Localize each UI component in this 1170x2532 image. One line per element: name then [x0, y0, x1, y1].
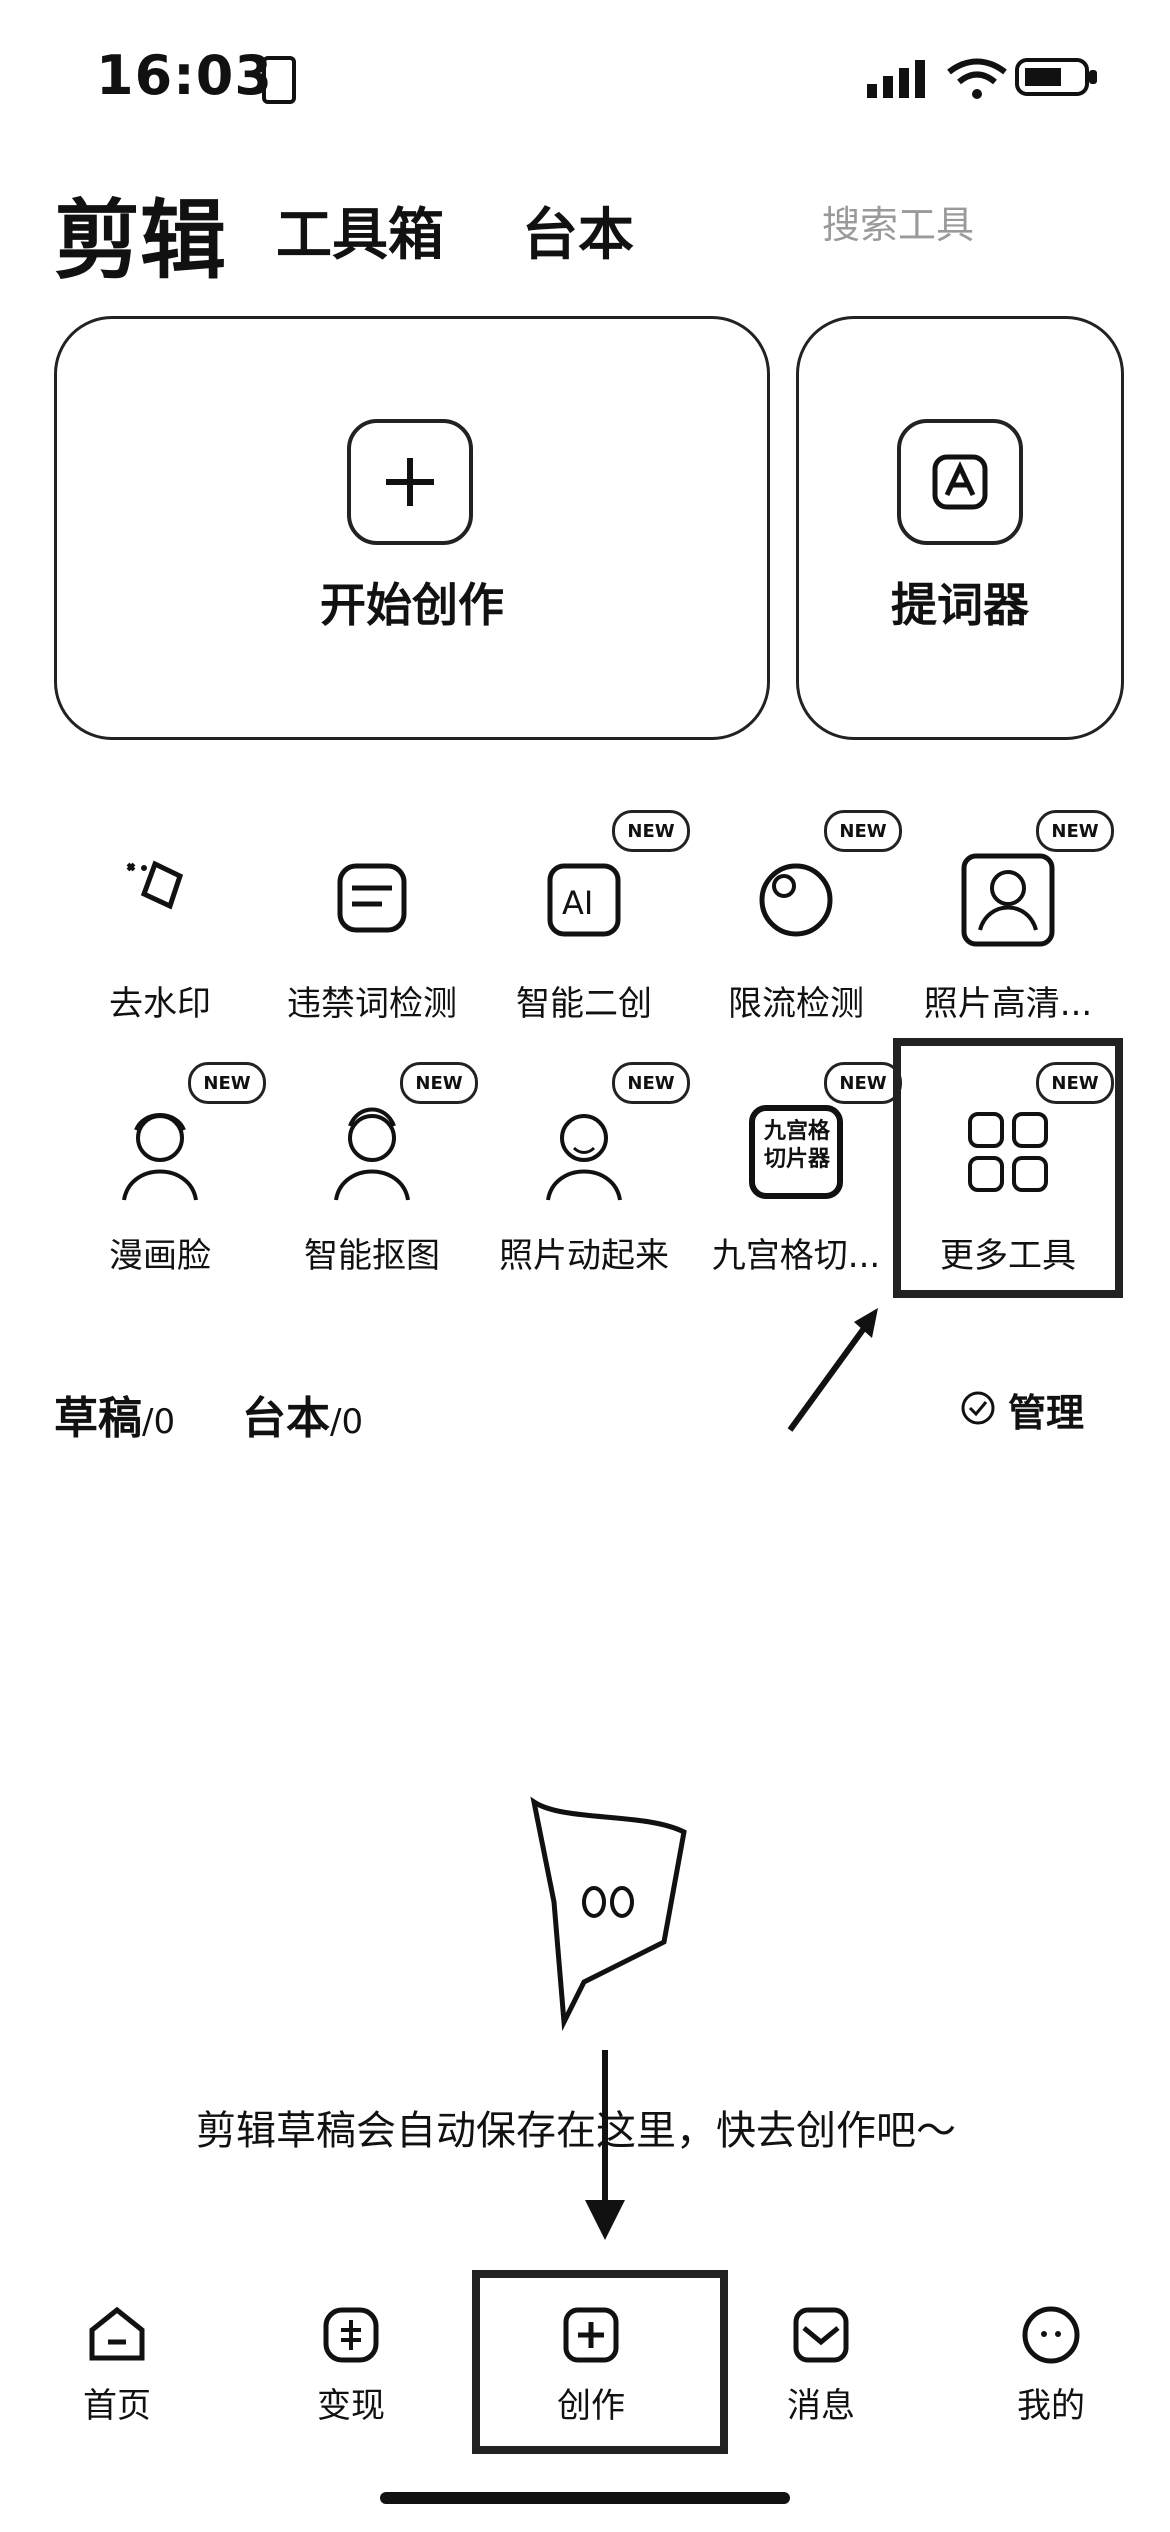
new-badge: NEW	[824, 1062, 902, 1104]
tool-label: 更多工具	[940, 1236, 1076, 1276]
check-circle-icon	[960, 1390, 996, 1430]
cutout-icon: NEW	[312, 1062, 478, 1212]
nav-label: 我的	[1017, 2386, 1085, 2426]
scripts-title: 台本	[242, 1393, 330, 1444]
tab-edit[interactable]: 剪辑	[54, 170, 226, 295]
nav-label: 创作	[557, 2386, 625, 2426]
drafts-title: 草稿	[54, 1393, 142, 1444]
new-badge: NEW	[188, 1062, 266, 1104]
new-badge: NEW	[1036, 1062, 1114, 1104]
tool-label: 漫画脸	[109, 1236, 211, 1276]
annotation-arrow	[787, 1308, 878, 1432]
new-badge: NEW	[400, 1062, 478, 1104]
photo-motion-icon: NEW	[524, 1062, 690, 1212]
start-create-card[interactable]: 开始创作	[54, 316, 770, 740]
tool-photo-motion[interactable]: NEW 照片动起来	[484, 1062, 690, 1277]
tool-label: 智能抠图	[304, 1236, 440, 1276]
watermark-icon	[100, 840, 220, 960]
tool-grid-cut[interactable]: 九宫格切片器 NEW 九宫格切...	[696, 1062, 902, 1277]
scripts-count: /0	[330, 1402, 364, 1442]
tab-toolbox[interactable]: 工具箱	[276, 190, 444, 271]
tool-watermark[interactable]: 去水印	[60, 840, 260, 1025]
photo-hd-icon: NEW	[948, 810, 1114, 960]
tool-label: 去水印	[109, 984, 211, 1024]
new-badge: NEW	[1036, 810, 1114, 852]
grid-cut-icon: 九宫格切片器 NEW	[736, 1062, 902, 1212]
nav-label: 变现	[317, 2386, 385, 2426]
teleprompter-label: 提词器	[891, 578, 1029, 632]
profile-icon	[1016, 2300, 1086, 2370]
tool-label: 违禁词检测	[287, 984, 457, 1024]
monetize-icon	[316, 2300, 386, 2370]
tool-photo-hd[interactable]: NEW 照片高清...	[908, 810, 1114, 1025]
empty-mascot-icon	[524, 1792, 694, 2036]
wifi-icon	[945, 54, 1009, 106]
tool-ai-remix[interactable]: AI NEW 智能二创	[484, 810, 690, 1025]
grid-cut-badge-text: 九宫格切片器	[763, 1119, 830, 1172]
signal-icon	[865, 54, 935, 106]
tool-more[interactable]: NEW 更多工具	[908, 1062, 1114, 1277]
home-icon	[82, 2300, 152, 2370]
more-tools-icon: NEW	[948, 1062, 1114, 1212]
tool-label: 照片动起来	[499, 1236, 669, 1276]
nav-monetize[interactable]: 变现	[276, 2300, 426, 2427]
add-icon	[347, 419, 473, 545]
tool-label: 限流检测	[728, 984, 864, 1024]
circle-icon: NEW	[736, 810, 902, 960]
nav-profile[interactable]: 我的	[976, 2300, 1126, 2427]
nav-messages[interactable]: 消息	[746, 2300, 896, 2427]
status-time: 16:03	[96, 44, 273, 107]
tab-script[interactable]: 台本	[522, 190, 634, 271]
message-icon	[786, 2300, 856, 2370]
comic-face-icon: NEW	[100, 1062, 266, 1212]
scripts-label[interactable]: 台本/0	[242, 1382, 363, 1446]
nav-create[interactable]: 创作	[516, 2300, 666, 2427]
nav-label: 首页	[83, 2386, 151, 2426]
portrait-lock-icon	[262, 56, 296, 104]
create-icon	[556, 2300, 626, 2370]
battery-icon	[1015, 56, 1101, 102]
nav-label: 消息	[787, 2386, 855, 2426]
tool-traffic-check[interactable]: NEW 限流检测	[696, 810, 902, 1025]
manage-button[interactable]: 管理	[960, 1382, 1084, 1437]
teleprompter-icon	[897, 419, 1023, 545]
nav-home[interactable]: 首页	[42, 2300, 192, 2427]
text-check-icon	[312, 840, 432, 960]
tool-cutout[interactable]: NEW 智能抠图	[272, 1062, 478, 1277]
new-badge: NEW	[612, 810, 690, 852]
empty-state-message: 剪辑草稿会自动保存在这里，快去创作吧～	[196, 2108, 956, 2154]
drafts-count: /0	[142, 1402, 176, 1442]
start-create-label: 开始创作	[320, 578, 504, 632]
tool-label: 照片高清...	[923, 984, 1093, 1024]
tool-label: 智能二创	[516, 984, 652, 1024]
tool-text-check[interactable]: 违禁词检测	[272, 840, 472, 1025]
tool-label: 九宫格切...	[711, 1236, 881, 1276]
drafts-label[interactable]: 草稿/0	[54, 1382, 175, 1446]
home-indicator	[380, 2492, 790, 2504]
svg-text:AI: AI	[562, 884, 593, 922]
tool-comic-face[interactable]: NEW 漫画脸	[60, 1062, 266, 1277]
search-tools[interactable]: 搜索工具	[822, 194, 974, 249]
manage-label: 管理	[1008, 1391, 1085, 1435]
new-badge: NEW	[824, 810, 902, 852]
teleprompter-card[interactable]: 提词器	[796, 316, 1124, 740]
new-badge: NEW	[612, 1062, 690, 1104]
ai-icon: AI NEW	[524, 810, 690, 960]
